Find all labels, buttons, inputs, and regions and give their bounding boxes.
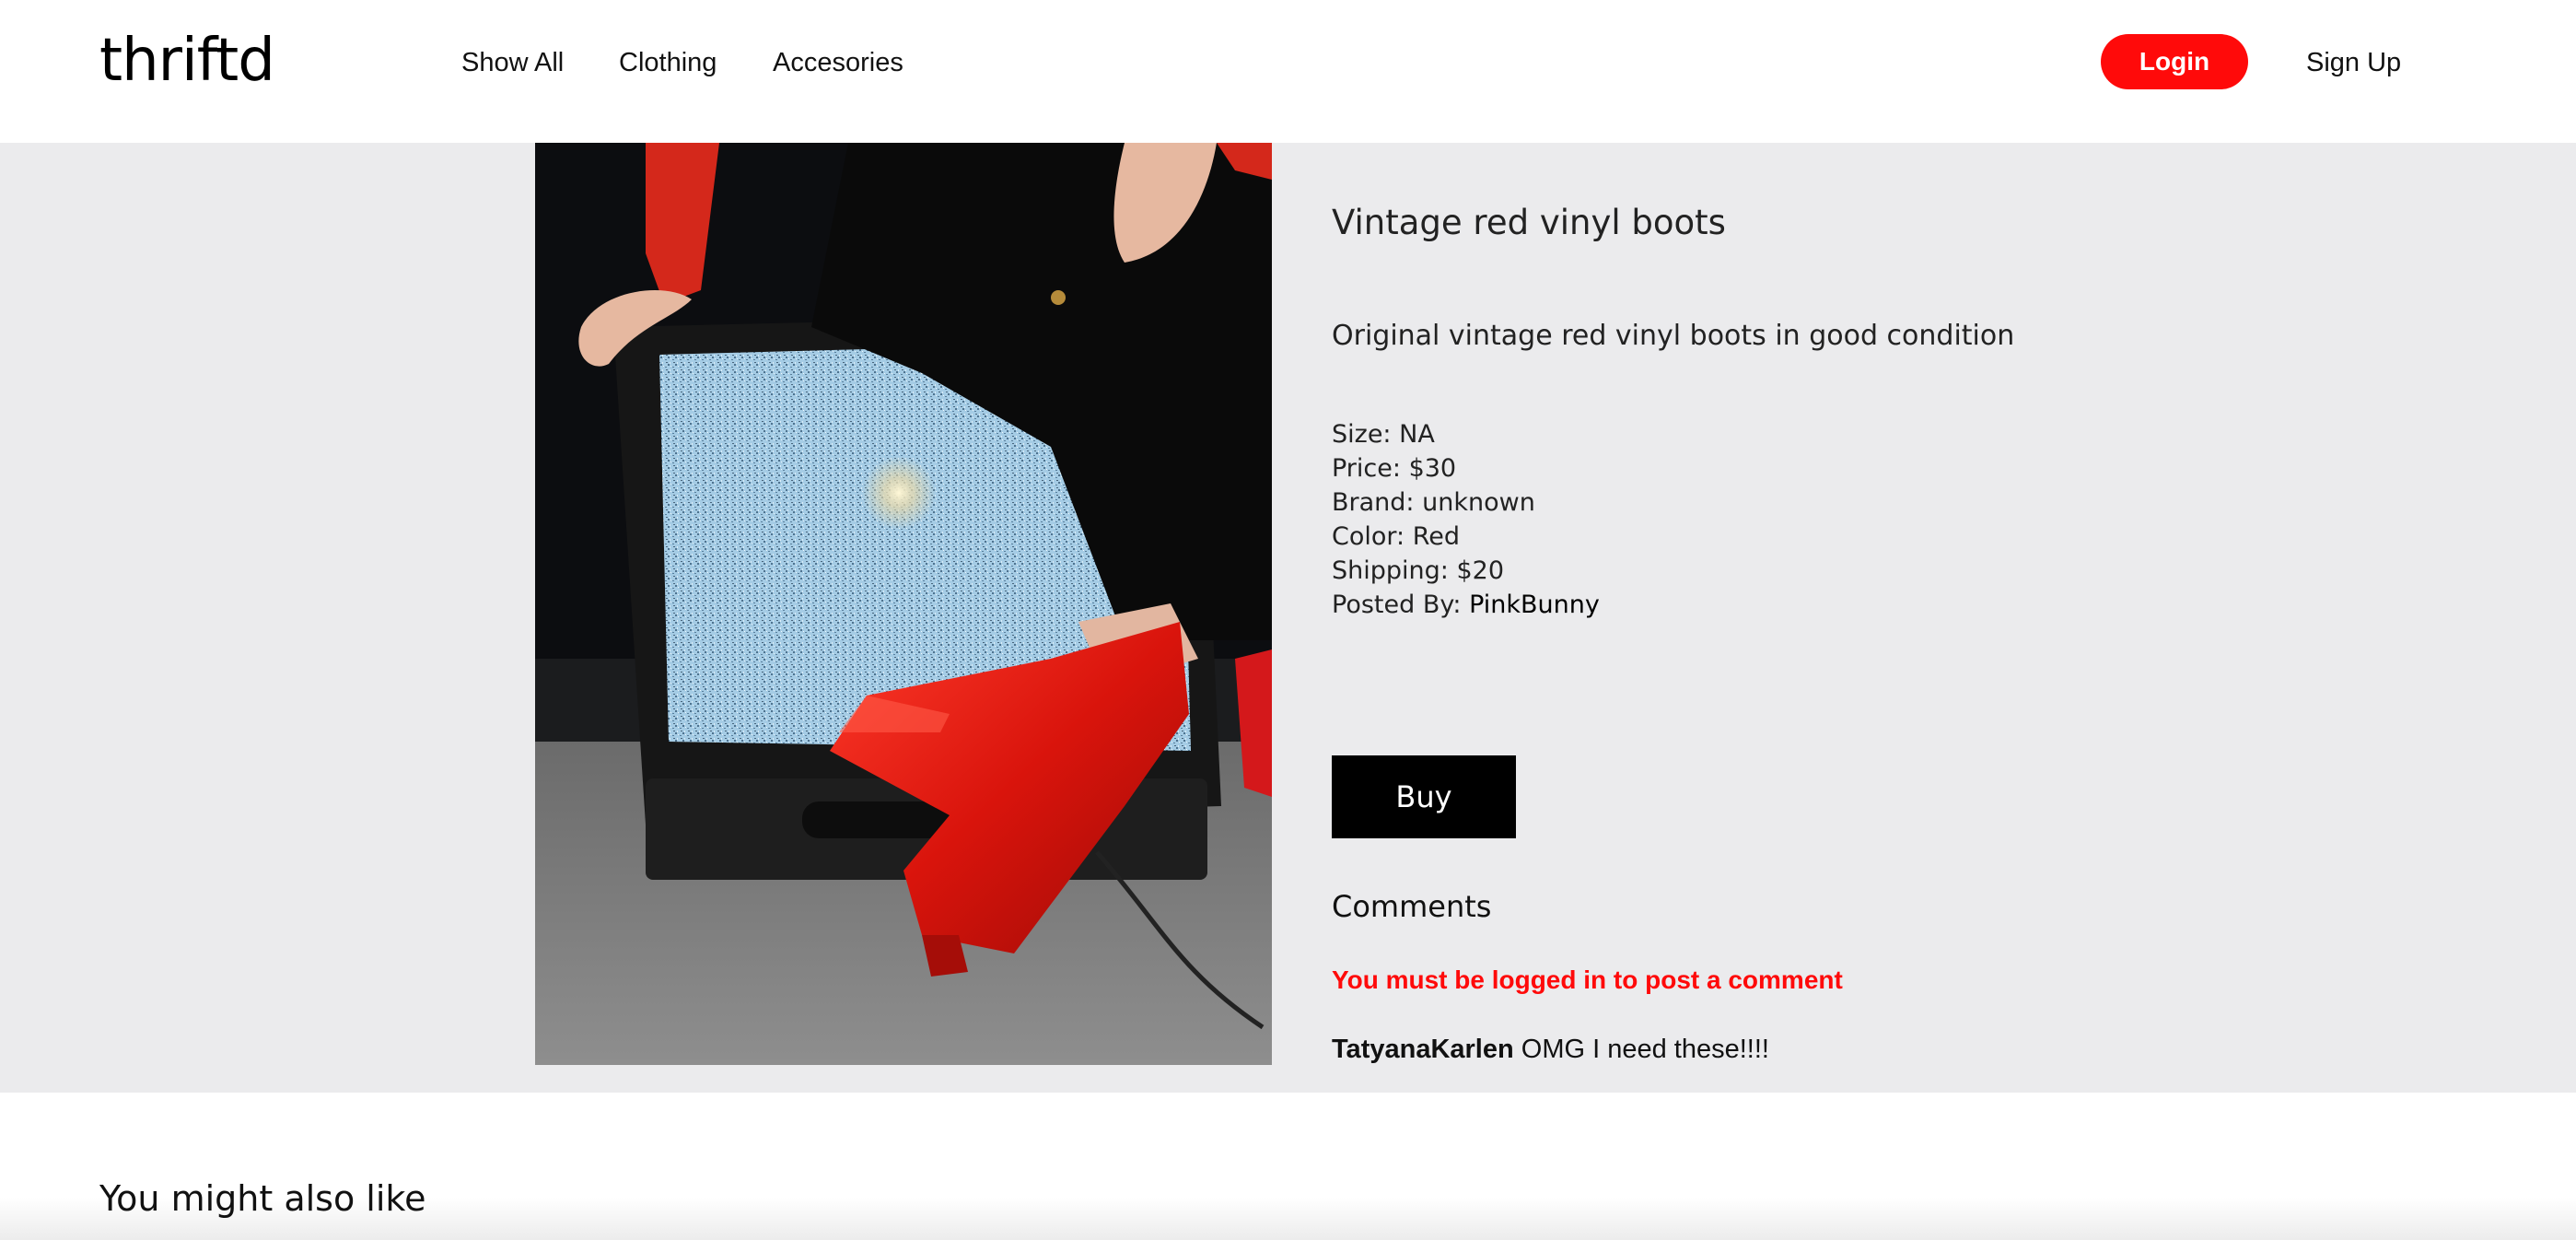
nav-accessories[interactable]: Accesories [773, 44, 903, 81]
spec-shipping: Shipping: $20 [1332, 554, 1600, 588]
site-logo[interactable]: thriftd [99, 24, 275, 98]
spec-price: Price: $30 [1332, 451, 1600, 485]
spec-color-value: Red [1412, 522, 1461, 551]
comments-heading: Comments [1332, 889, 1492, 924]
spec-price-value: $30 [1408, 454, 1457, 483]
product-specs: Size: NA Price: $30 Brand: unknown Color… [1332, 417, 1600, 622]
nav-show-all[interactable]: Show All [461, 44, 564, 81]
product-description: Original vintage red vinyl boots in good… [1332, 320, 2015, 352]
spec-posted-by-label: Posted By: [1332, 591, 1462, 619]
spec-size-label: Size: [1332, 420, 1392, 449]
comment-author: TatyanaKarlen [1332, 1035, 1514, 1064]
login-button[interactable]: Login [2101, 34, 2248, 89]
spec-brand-value: unknown [1422, 488, 1535, 517]
signup-link[interactable]: Sign Up [2306, 44, 2401, 81]
comment-text: OMG I need these!!!! [1521, 1035, 1769, 1064]
buy-button[interactable]: Buy [1332, 755, 1516, 838]
spec-shipping-value: $20 [1456, 556, 1505, 585]
spec-color: Color: Red [1332, 520, 1600, 554]
product-image [535, 143, 1272, 1065]
spec-size: Size: NA [1332, 417, 1600, 451]
recommendations-heading: You might also like [99, 1178, 426, 1219]
spec-price-label: Price: [1332, 454, 1401, 483]
nav-clothing[interactable]: Clothing [619, 44, 717, 81]
poster-profile-link[interactable]: PinkBunny [1469, 591, 1600, 619]
product-title: Vintage red vinyl boots [1332, 203, 1726, 242]
spec-size-value: NA [1399, 420, 1435, 449]
site-header: thriftd Show All Clothing Accesories Log… [0, 0, 2576, 143]
comment-item: TatyanaKarlen OMG I need these!!!! [1332, 1035, 1769, 1065]
spec-shipping-label: Shipping: [1332, 556, 1449, 585]
spec-posted-by: Posted By: PinkBunny [1332, 588, 1600, 622]
spec-brand: Brand: unknown [1332, 485, 1600, 520]
spec-color-label: Color: [1332, 522, 1405, 551]
spec-brand-label: Brand: [1332, 488, 1415, 517]
login-required-message: You must be logged in to post a comment [1332, 965, 1843, 994]
product-section [0, 143, 2576, 1093]
